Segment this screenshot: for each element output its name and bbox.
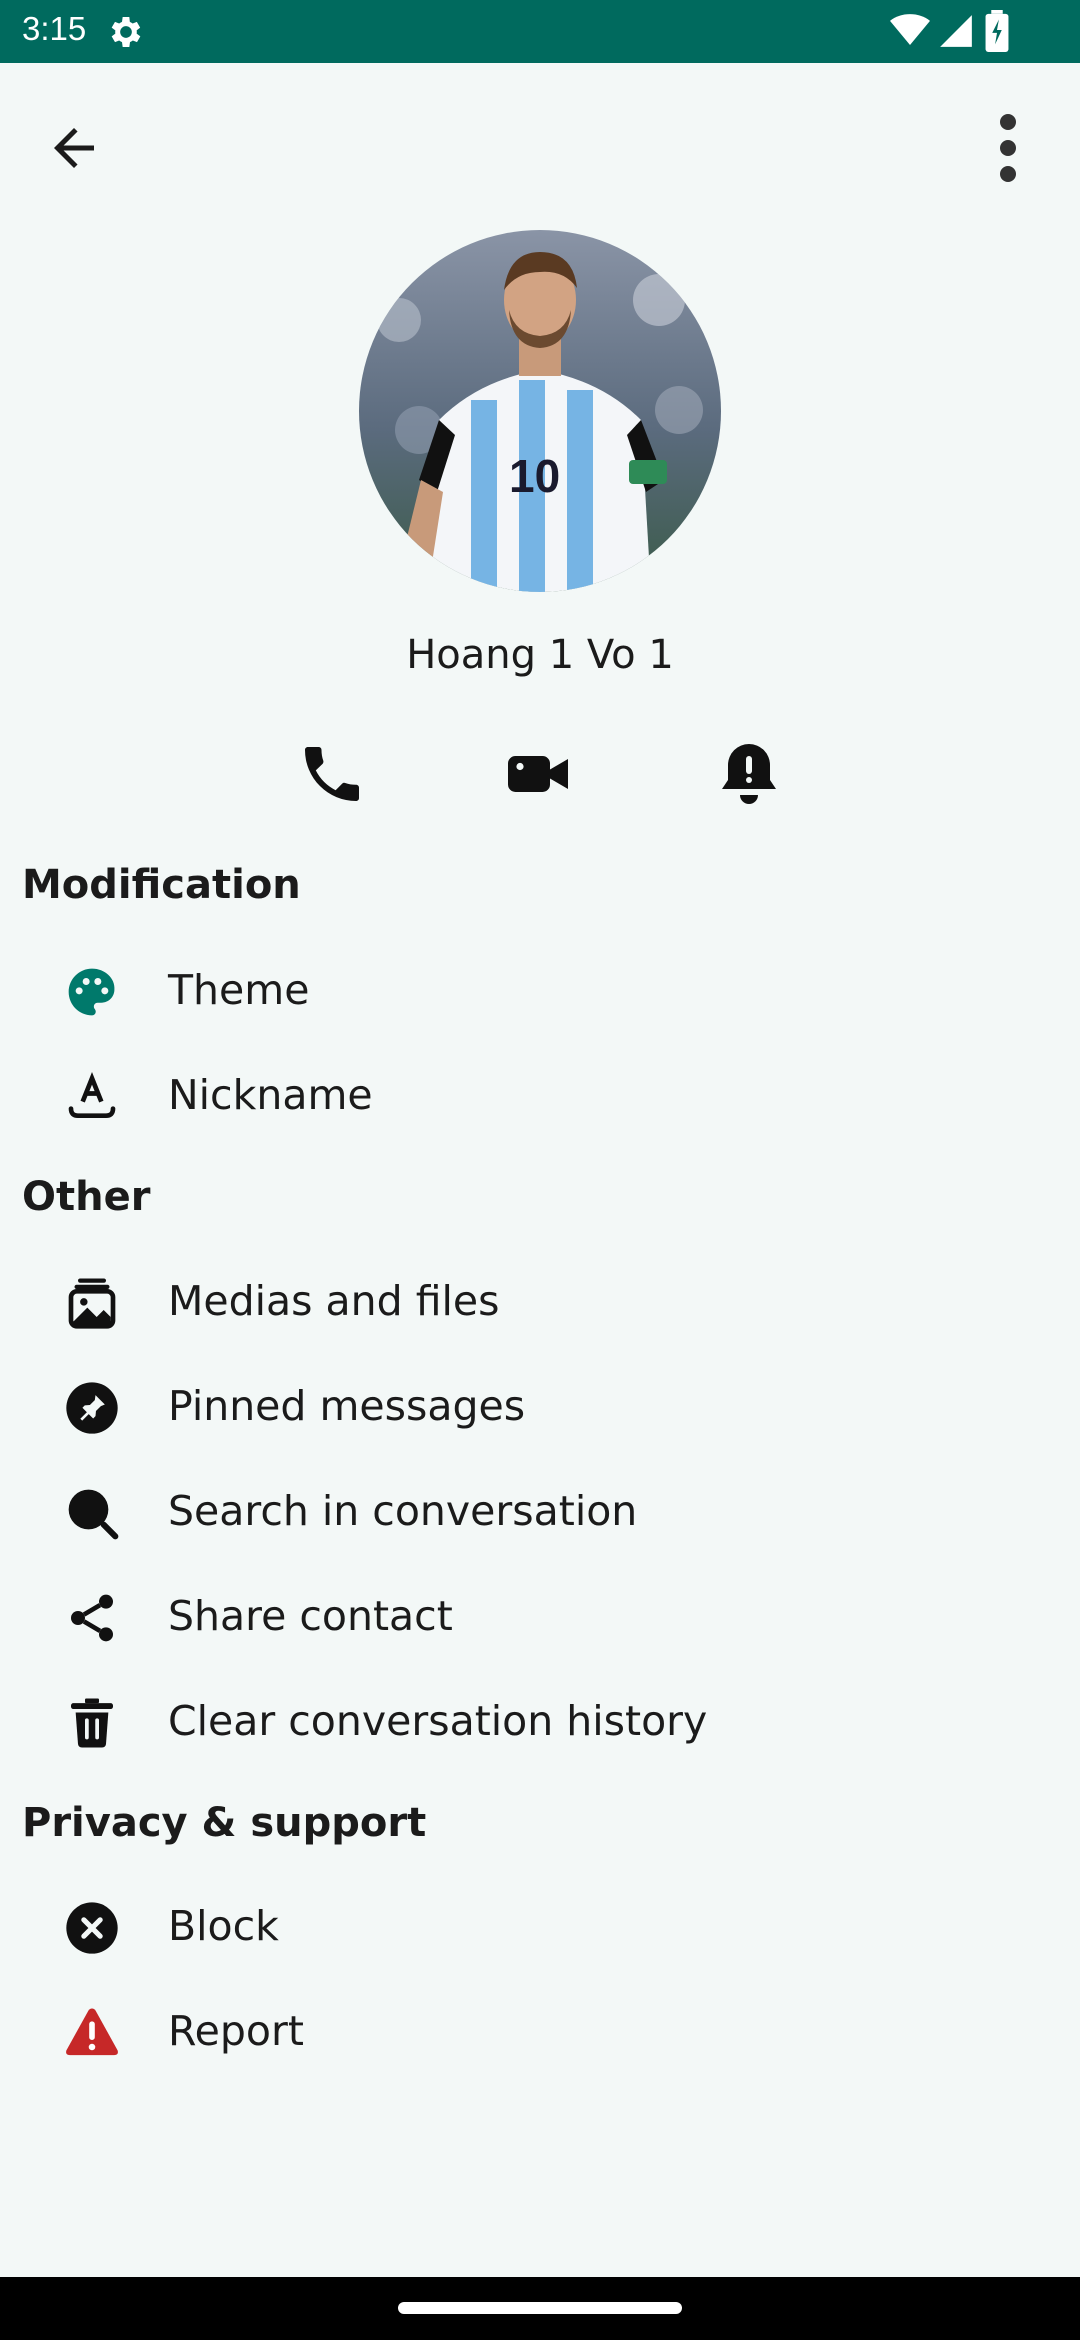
- share-icon: [64, 1590, 120, 1646]
- menu-item-theme[interactable]: Theme: [0, 942, 1080, 1042]
- video-camera-icon: [502, 756, 574, 814]
- notifications-button[interactable]: [713, 738, 785, 810]
- search-icon: [64, 1485, 120, 1541]
- menu-item-clear-history[interactable]: Clear conversation history: [0, 1673, 1080, 1773]
- menu-item-label: Report: [168, 2007, 304, 2055]
- wifi-icon: [890, 12, 930, 52]
- menu-item-nickname[interactable]: Nickname: [0, 1047, 1080, 1147]
- svg-text:10: 10: [509, 450, 560, 502]
- video-call-button[interactable]: [502, 738, 574, 810]
- section-header-modification: Modification: [22, 862, 301, 908]
- palette-icon: [64, 964, 120, 1020]
- menu-item-label: Search in conversation: [168, 1487, 638, 1535]
- profile-name: Hoang 1 Vo 1: [406, 632, 674, 678]
- more-vertical-icon: [980, 114, 1036, 190]
- trash-icon: [64, 1695, 120, 1751]
- pin-icon: [64, 1380, 120, 1436]
- block-icon: [64, 1900, 120, 1956]
- status-bar: 3:15: [0, 0, 1080, 63]
- home-handle[interactable]: [398, 2302, 682, 2314]
- menu-item-medias-and-files[interactable]: Medias and files: [0, 1253, 1080, 1353]
- menu-item-label: Nickname: [168, 1071, 373, 1119]
- menu-item-label: Theme: [168, 966, 310, 1014]
- status-time: 3:15: [22, 10, 87, 47]
- menu-item-label: Share contact: [168, 1592, 453, 1640]
- menu-item-share-contact[interactable]: Share contact: [0, 1568, 1080, 1668]
- menu-item-report[interactable]: Report: [0, 1983, 1080, 2083]
- warning-icon: [64, 2005, 120, 2061]
- arrow-left-icon: [44, 128, 104, 182]
- battery-icon: [985, 10, 1009, 56]
- avatar[interactable]: 10: [359, 230, 721, 592]
- menu-item-label: Clear conversation history: [168, 1697, 708, 1745]
- photo-library-icon: [64, 1275, 120, 1331]
- navigation-bar: [0, 2277, 1080, 2340]
- menu-item-search-in-conversation[interactable]: Search in conversation: [0, 1463, 1080, 1563]
- signal-icon: [936, 12, 976, 54]
- gear-icon: [106, 12, 146, 56]
- menu-item-block[interactable]: Block: [0, 1878, 1080, 1978]
- menu-item-label: Pinned messages: [168, 1382, 526, 1430]
- menu-item-pinned-messages[interactable]: Pinned messages: [0, 1358, 1080, 1458]
- menu-item-label: Medias and files: [168, 1277, 500, 1325]
- back-button[interactable]: [44, 118, 104, 178]
- bell-icon: [713, 744, 785, 814]
- menu-item-label: Block: [168, 1902, 279, 1950]
- text-format-icon: [64, 1069, 120, 1125]
- phone-icon: [296, 747, 368, 814]
- section-header-other: Other: [22, 1174, 151, 1220]
- call-button[interactable]: [296, 738, 368, 810]
- section-header-privacy-support: Privacy & support: [22, 1800, 427, 1846]
- more-options-button[interactable]: [980, 110, 1036, 186]
